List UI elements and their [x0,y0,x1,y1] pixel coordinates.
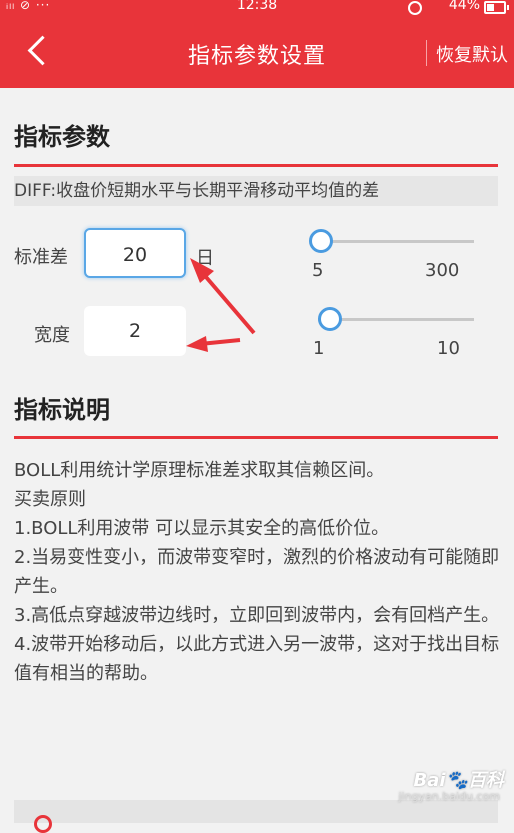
bottom-indicator-icon [34,815,52,833]
watermark-url: jingyan.baidu.com [398,790,500,803]
explain-line: 4.波带开始移动后，以此方式进入另一波带，这对于找出目标值有相当的帮助。 [14,634,500,684]
arrow-to-std-dev [190,258,256,335]
explain-divider [14,436,498,439]
explain-line: 1.BOLL利用波带 可以显示其安全的高低价位。 [14,518,390,539]
explain-line: 2.当易变性变小，而波带变窄时，激烈的价格波动有可能随即产生。 [14,547,500,597]
arrow-to-width [186,336,241,352]
explain-line: BOLL利用统计学原理标准差求取其信赖区间。 [14,460,385,481]
explain-line: 3.高低点穿越波带边线时，立即回到波带内，会有回档产生。 [14,605,500,626]
explain-line: 买卖原则 [14,489,86,510]
bottom-panel [14,800,498,823]
explain-section-title: 指标说明 [14,396,110,424]
explain-text: BOLL利用统计学原理标准差求取其信赖区间。 买卖原则 1.BOLL利用波带 可… [14,456,504,688]
watermark-logo: Bai🐾百科 [413,770,504,791]
